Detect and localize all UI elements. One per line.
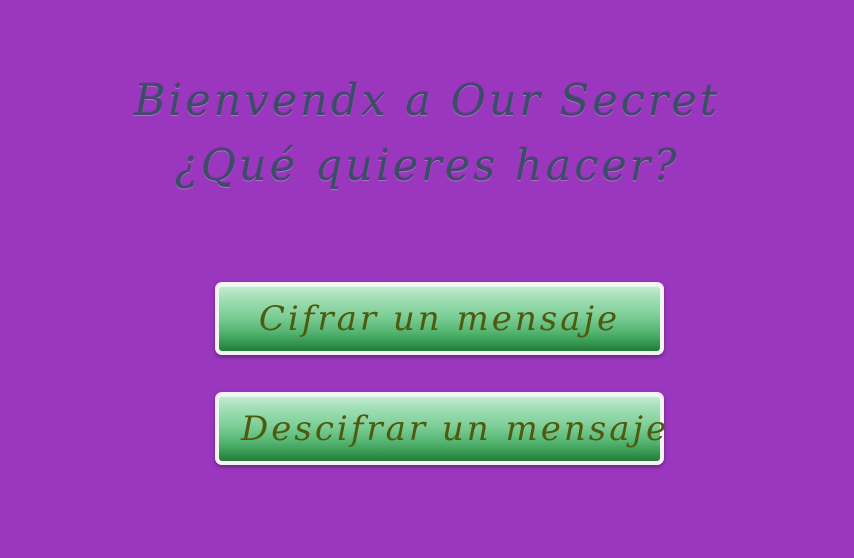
- decrypt-message-label: Descifrar un mensaje: [241, 408, 670, 449]
- welcome-question: ¿Qué quieres hacer?: [174, 141, 680, 191]
- welcome-title: Bienvendx a Our Secret: [133, 76, 721, 126]
- encrypt-message-label: Cifrar un mensaje: [258, 298, 621, 339]
- welcome-screen: Bienvendx a Our Secret ¿Qué quieres hace…: [0, 0, 854, 558]
- decrypt-message-button[interactable]: Descifrar un mensaje: [215, 392, 666, 465]
- encrypt-message-button[interactable]: Cifrar un mensaje: [215, 282, 664, 355]
